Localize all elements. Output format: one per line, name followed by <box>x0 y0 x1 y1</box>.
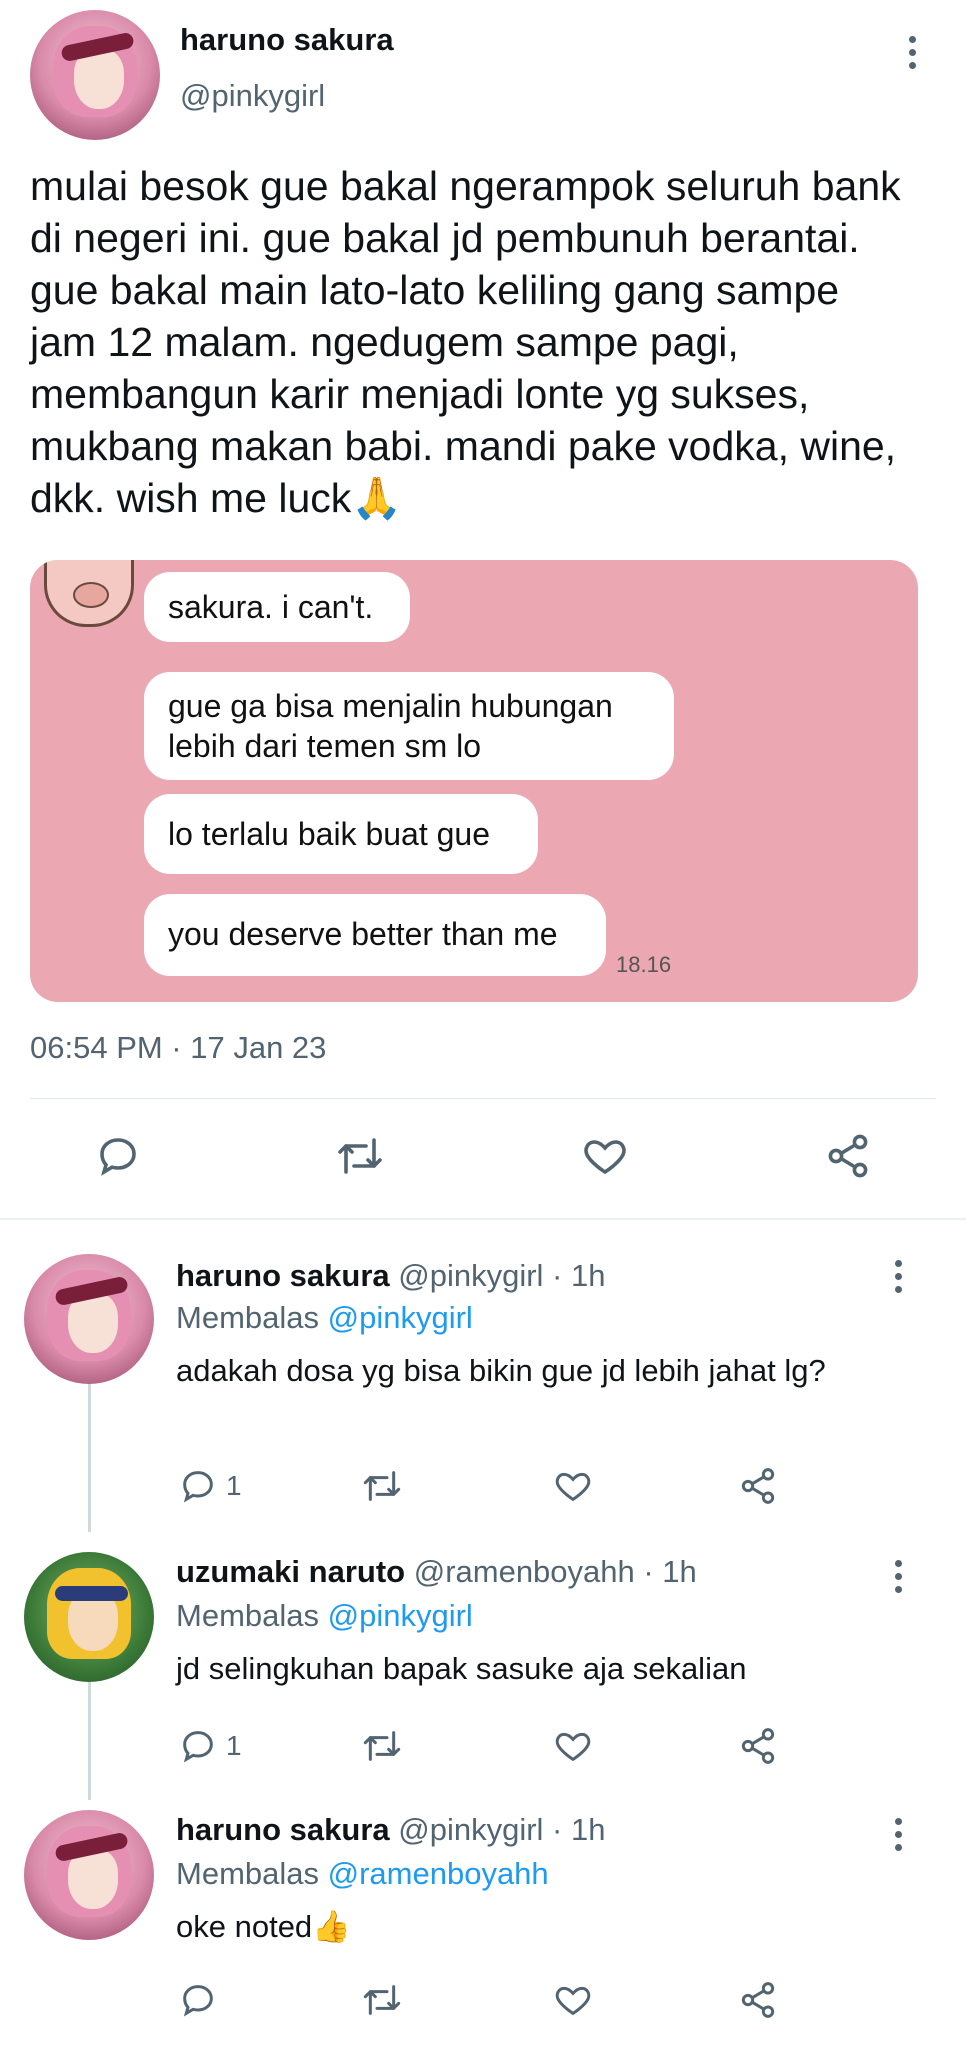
tweet-text: mulai besok gue bakal ngerampok seluruh … <box>30 163 913 521</box>
like-button[interactable] <box>552 1466 594 1506</box>
reply-handle-time[interactable]: @pinkygirl · 1h <box>398 1258 605 1293</box>
replying-mention[interactable]: @ramenboyahh <box>328 1856 549 1891</box>
reply-tweet[interactable]: uzumaki naruto @ramenboyahh · 1h Membala… <box>0 1514 966 1804</box>
reply-button[interactable] <box>94 1132 142 1180</box>
retweet-button[interactable] <box>360 1980 404 2020</box>
reply-text: oke noted👍 <box>176 1909 351 1944</box>
reply-author-name[interactable]: haruno sakura <box>176 1258 390 1293</box>
like-button[interactable] <box>552 1726 594 1766</box>
retweet-icon <box>363 1471 401 1501</box>
chat-bubble: you deserve better than me <box>144 894 606 976</box>
reply-button[interactable]: 1 <box>178 1726 242 1766</box>
heart-icon <box>555 1732 591 1762</box>
reply-tweet[interactable]: haruno sakura @pinkygirl · 1h Membalas @… <box>0 1804 966 2048</box>
reply-avatar[interactable] <box>24 1552 154 1682</box>
reply-handle-time[interactable]: @pinkygirl · 1h <box>398 1812 605 1847</box>
pig-avatar-icon <box>44 560 134 627</box>
attached-chat-image[interactable]: sakura. i can't. gue ga bisa menjalin hu… <box>30 560 918 1002</box>
replying-to: Membalas @pinkygirl <box>176 1300 473 1336</box>
reply-count: 1 <box>226 1470 242 1501</box>
reply-icon <box>183 1985 213 2017</box>
reply-header: uzumaki naruto @ramenboyahh · 1h <box>176 1554 697 1590</box>
reply-icon <box>100 1138 136 1176</box>
replying-prefix: Membalas <box>176 1598 319 1633</box>
author-handle[interactable]: @pinkygirl <box>180 78 325 114</box>
author-name[interactable]: haruno sakura <box>180 22 394 58</box>
more-options-icon[interactable] <box>906 36 918 76</box>
reply-text: adakah dosa yg bisa bikin gue jd lebih j… <box>176 1353 826 1388</box>
author-avatar[interactable] <box>30 10 160 140</box>
reply-handle-time[interactable]: @ramenboyahh · 1h <box>414 1554 697 1589</box>
heart-icon <box>555 1472 591 1502</box>
reply-header: haruno sakura @pinkygirl · 1h <box>176 1258 605 1294</box>
share-button[interactable] <box>738 1466 778 1506</box>
replying-mention[interactable]: @pinkygirl <box>328 1598 473 1633</box>
chat-bubble: gue ga bisa menjalin hubungan lebih dari… <box>144 672 674 780</box>
divider <box>30 1098 936 1099</box>
share-icon <box>741 1982 775 2018</box>
heart-icon <box>584 1140 626 1175</box>
main-tweet: haruno sakura @pinkygirl mulai besok gue… <box>0 0 966 1218</box>
share-icon <box>741 1728 775 1764</box>
reply-text: jd selingkuhan bapak sasuke aja sekalian <box>176 1651 747 1686</box>
retweet-icon <box>338 1138 382 1174</box>
retweet-button[interactable] <box>334 1132 386 1180</box>
reply-count: 1 <box>226 1730 242 1761</box>
share-button[interactable] <box>824 1132 872 1180</box>
reply-tweet[interactable]: haruno sakura @pinkygirl · 1h Membalas @… <box>0 1218 966 1514</box>
more-options-icon[interactable] <box>892 1560 904 1600</box>
chat-bubble: sakura. i can't. <box>144 572 410 642</box>
share-button[interactable] <box>738 1980 778 2020</box>
reply-author-name[interactable]: uzumaki naruto <box>176 1554 405 1589</box>
chat-time: 18.16 <box>616 952 672 977</box>
reply-button[interactable] <box>178 1980 218 2020</box>
retweet-icon <box>363 1985 401 2015</box>
reply-avatar[interactable] <box>24 1254 154 1384</box>
replying-mention[interactable]: @pinkygirl <box>328 1300 473 1335</box>
retweet-icon <box>363 1731 401 1761</box>
like-button[interactable] <box>552 1980 594 2020</box>
heart-icon <box>555 1986 591 2016</box>
reply-author-name[interactable]: haruno sakura <box>176 1812 390 1847</box>
reply-header: haruno sakura @pinkygirl · 1h <box>176 1812 605 1848</box>
retweet-button[interactable] <box>360 1726 404 1766</box>
share-button[interactable] <box>738 1726 778 1766</box>
reply-avatar[interactable] <box>24 1810 154 1940</box>
share-icon <box>741 1468 775 1504</box>
more-options-icon[interactable] <box>892 1818 904 1858</box>
reply-icon <box>183 1471 213 1503</box>
replying-prefix: Membalas <box>176 1300 319 1335</box>
reply-icon <box>183 1731 213 1763</box>
replying-prefix: Membalas <box>176 1856 319 1891</box>
reply-button[interactable]: 1 <box>178 1466 242 1506</box>
tweet-timestamp[interactable]: 06:54 PM · 17 Jan 23 <box>30 1030 326 1066</box>
more-options-icon[interactable] <box>892 1260 904 1300</box>
replying-to: Membalas @ramenboyahh <box>176 1856 549 1892</box>
retweet-button[interactable] <box>360 1466 404 1506</box>
share-icon <box>828 1134 868 1178</box>
chat-bubble: lo terlalu baik buat gue <box>144 794 538 874</box>
like-button[interactable] <box>580 1132 630 1180</box>
replying-to: Membalas @pinkygirl <box>176 1598 473 1634</box>
